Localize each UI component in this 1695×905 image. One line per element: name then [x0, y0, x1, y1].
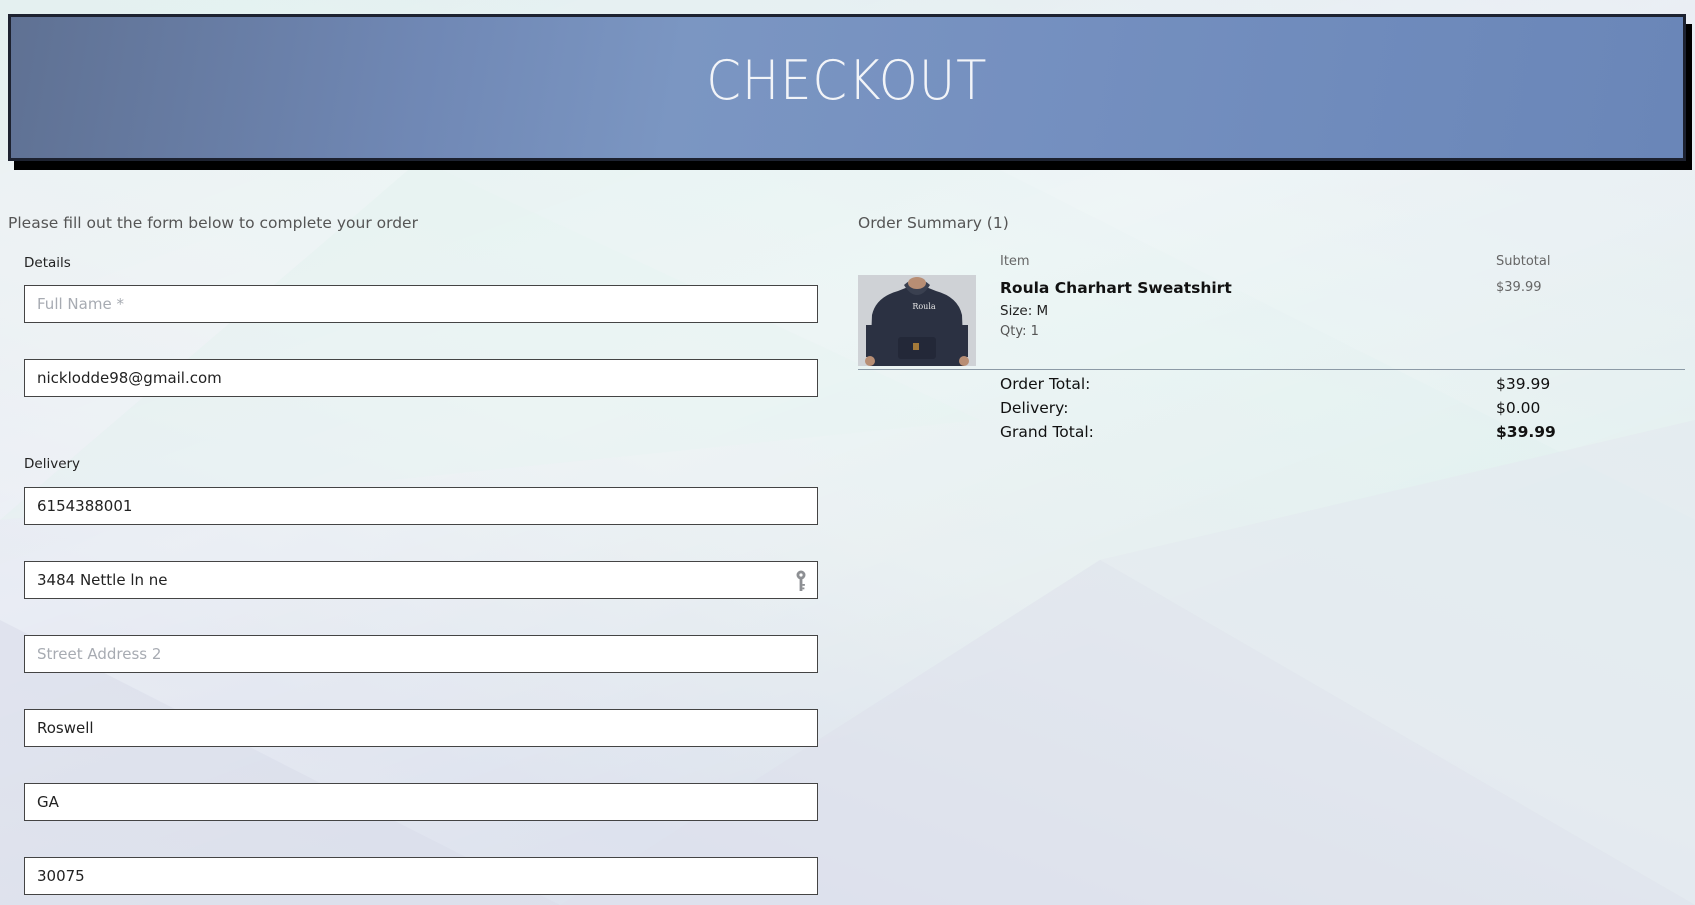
- item-column-header: Item: [1000, 254, 1030, 269]
- delivery-cost-label: Delivery:: [1000, 399, 1069, 417]
- phone-field[interactable]: [24, 487, 818, 525]
- delivery-section-label: Delivery: [24, 456, 81, 472]
- grand-total-label: Grand Total:: [1000, 423, 1094, 441]
- hoodie-image-art: Roula: [858, 275, 976, 366]
- hoodie-print-text: Roula: [912, 302, 936, 311]
- password-key-icon[interactable]: [795, 570, 807, 592]
- postal-code-input[interactable]: [25, 858, 817, 894]
- delivery-cost-value: $0.00: [1496, 399, 1541, 417]
- hoodie-product-image[interactable]: Roula: [858, 275, 976, 366]
- order-summary-title: Order Summary (1): [858, 214, 1009, 232]
- grand-total-value: $39.99: [1496, 423, 1556, 441]
- product-name: Roula Charhart Sweatshirt: [1000, 279, 1232, 297]
- street-address-1-field[interactable]: [24, 561, 818, 599]
- state-input[interactable]: [25, 784, 817, 820]
- page-title: CHECKOUT: [706, 49, 988, 112]
- checkout-header: CHECKOUT: [8, 14, 1692, 170]
- city-field[interactable]: [24, 709, 818, 747]
- summary-divider: [858, 369, 1685, 370]
- order-total-value: $39.99: [1496, 375, 1551, 393]
- form-intro-text: Please fill out the form below to comple…: [8, 214, 418, 232]
- postal-code-field[interactable]: [24, 857, 818, 895]
- street-address-2-input[interactable]: [25, 636, 817, 672]
- phone-input[interactable]: [25, 488, 817, 524]
- header-banner: CHECKOUT: [8, 14, 1686, 161]
- email-input[interactable]: [25, 360, 817, 396]
- order-total-label: Order Total:: [1000, 375, 1091, 393]
- details-section-label: Details: [24, 255, 71, 271]
- full-name-field[interactable]: [24, 285, 818, 323]
- street-address-2-field[interactable]: [24, 635, 818, 673]
- city-input[interactable]: [25, 710, 817, 746]
- subtotal-column-header: Subtotal: [1496, 254, 1551, 269]
- street-address-1-input[interactable]: [25, 562, 817, 598]
- product-quantity: Qty: 1: [1000, 324, 1039, 339]
- product-subtotal: $39.99: [1496, 280, 1542, 295]
- email-field[interactable]: [24, 359, 818, 397]
- full-name-input[interactable]: [25, 286, 817, 322]
- product-size: Size: M: [1000, 303, 1049, 319]
- state-field[interactable]: [24, 783, 818, 821]
